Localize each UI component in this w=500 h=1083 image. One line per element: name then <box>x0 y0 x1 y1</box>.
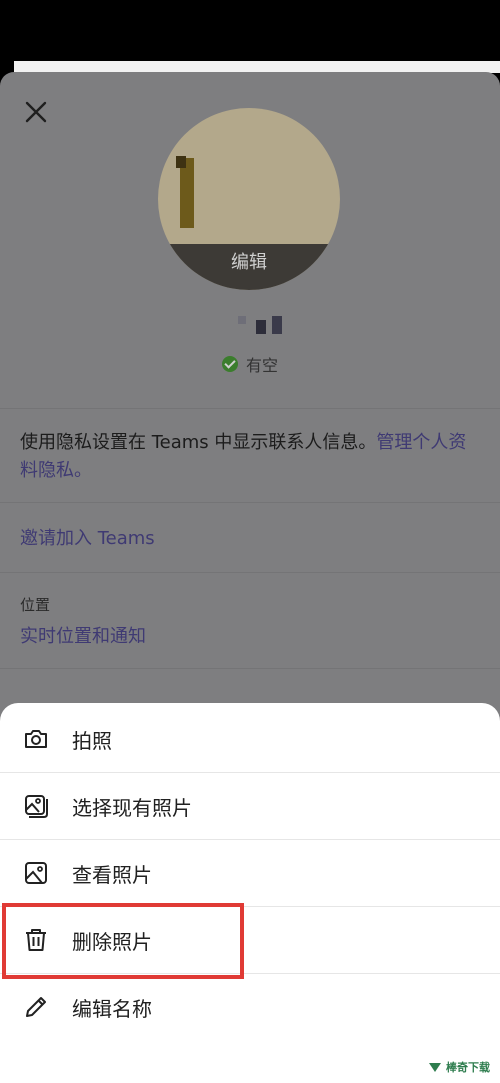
edit-name-item[interactable]: 编辑名称 <box>0 974 500 1040</box>
presence-status[interactable]: 有空 <box>222 352 278 376</box>
available-check-icon <box>222 356 238 372</box>
location-label: 位置 <box>20 596 51 614</box>
edit-name-label: 编辑名称 <box>72 996 152 1021</box>
avatar[interactable]: 编辑 <box>158 108 340 290</box>
close-icon[interactable] <box>22 98 50 126</box>
divider <box>0 668 500 669</box>
status-label: 有空 <box>246 356 279 375</box>
pencil-icon <box>26 997 46 1017</box>
divider <box>0 408 500 409</box>
privacy-text: 使用隐私设置在 Teams 中显示联系人信息。 <box>20 432 377 453</box>
live-location-link[interactable]: 实时位置和通知 <box>20 622 146 648</box>
choose-existing-photo-label: 选择现有照片 <box>72 795 192 820</box>
choose-existing-photo-item[interactable]: 选择现有照片 <box>0 773 500 840</box>
view-photo-label: 查看照片 <box>72 862 152 887</box>
avatar-photo-detail <box>180 158 194 228</box>
take-photo-item[interactable]: 拍照 <box>0 706 500 773</box>
watermark: 棒奇下载 <box>428 1059 490 1075</box>
delete-photo-highlight-box <box>2 903 244 979</box>
top-black-bar <box>0 0 500 62</box>
divider <box>0 502 500 503</box>
image-icon <box>25 862 47 884</box>
watermark-logo-icon <box>429 1063 441 1072</box>
take-photo-label: 拍照 <box>72 728 112 753</box>
watermark-text: 棒奇下载 <box>446 1061 490 1074</box>
view-photo-item[interactable]: 查看照片 <box>0 840 500 907</box>
photo-gallery-icon <box>25 795 48 818</box>
privacy-info: 使用隐私设置在 Teams 中显示联系人信息。管理个人资料隐私。 <box>20 429 480 485</box>
camera-icon <box>25 730 47 748</box>
divider <box>0 572 500 573</box>
avatar-edit-button[interactable]: 编辑 <box>158 244 340 290</box>
avatar-photo-detail <box>176 156 186 168</box>
invite-to-teams-link[interactable]: 邀请加入 Teams <box>20 524 155 550</box>
photo-action-sheet: 拍照 选择现有照片 查看照片 删除照片 编辑名称 <box>0 703 500 1083</box>
